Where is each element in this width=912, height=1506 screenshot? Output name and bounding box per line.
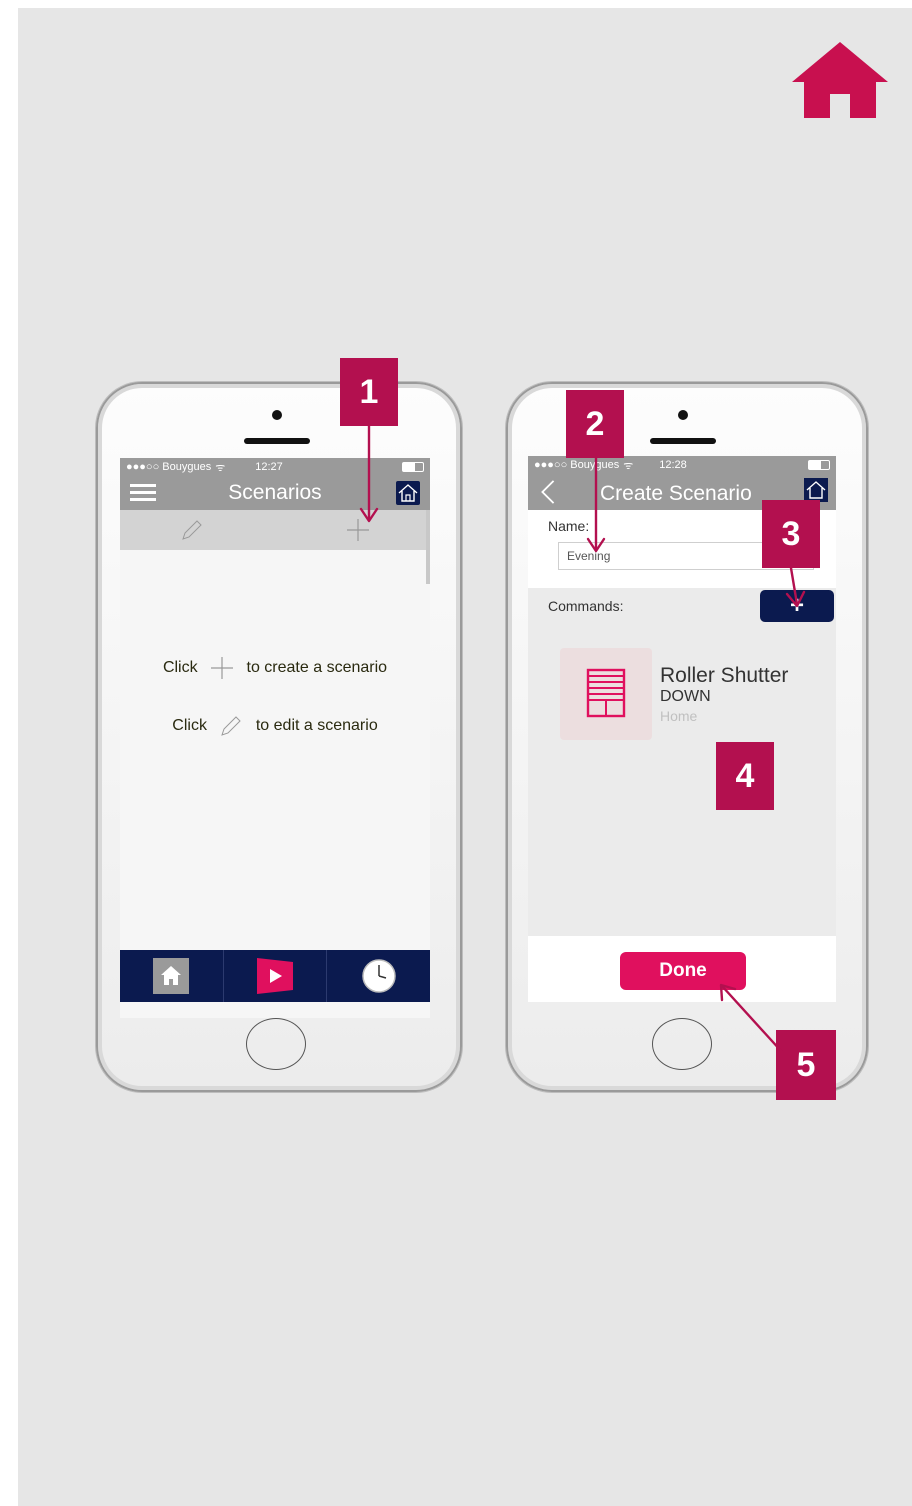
page-title: Scenarios — [228, 481, 322, 504]
bottom-bar: Done — [528, 936, 836, 1002]
carrier-text: ●●●○○ Bouygues — [126, 461, 212, 473]
front-camera — [678, 410, 688, 420]
wifi-icon: ᯤ — [623, 459, 634, 472]
command-icon-tile — [560, 648, 652, 740]
tab-scenarios[interactable] — [224, 950, 328, 1002]
hint-click-word: Click — [172, 717, 207, 735]
battery-icon — [808, 460, 830, 470]
time-text: 12:27 — [255, 461, 283, 473]
hint-edit-text: to edit a scenario — [255, 717, 378, 735]
time-text: 12:28 — [659, 459, 687, 471]
house-logo-icon[interactable] — [804, 478, 828, 502]
scrollbar[interactable] — [426, 510, 430, 584]
battery-icon — [402, 462, 424, 472]
hint-edit: Click to edit a scenario — [120, 714, 430, 738]
earpiece — [244, 438, 310, 444]
status-bar: ●●●○○ Bouygues ᯤ 12:27 — [120, 458, 430, 476]
roller-shutter-icon — [586, 668, 626, 718]
home-button[interactable] — [652, 1018, 712, 1070]
add-plus-icon[interactable] — [346, 518, 370, 542]
status-bar: ●●●○○ Bouygues ᯤ 12:28 — [528, 456, 836, 474]
carrier-text: ●●●○○ Bouygues — [534, 459, 620, 471]
play-icon — [257, 958, 293, 994]
callout-2: 2 — [566, 390, 624, 458]
home-icon[interactable] — [792, 40, 888, 120]
pencil-icon — [221, 716, 242, 736]
screen-scenarios: ●●●○○ Bouygues ᯤ 12:27 Scenarios Click t… — [120, 458, 430, 1018]
commands-label: Commands: — [548, 598, 624, 614]
tab-bar — [120, 950, 430, 1002]
hint-create: Click to create a scenario — [120, 656, 430, 680]
add-command-button[interactable]: + — [760, 590, 834, 622]
tab-home[interactable] — [120, 950, 224, 1002]
house-logo-icon[interactable] — [396, 481, 420, 505]
command-action: DOWN — [660, 688, 711, 705]
done-button[interactable]: Done — [620, 952, 746, 990]
home-button[interactable] — [246, 1018, 306, 1070]
wifi-icon: ᯤ — [215, 461, 226, 474]
front-camera — [272, 410, 282, 420]
tab-timer[interactable] — [327, 950, 430, 1002]
callout-5: 5 — [776, 1030, 836, 1100]
callout-3: 3 — [762, 500, 820, 568]
callout-1: 1 — [340, 358, 398, 426]
hint-click-word: Click — [162, 659, 198, 677]
plus-icon — [211, 657, 234, 679]
command-title: Roller Shutter — [660, 664, 789, 687]
nav-bar: Scenarios — [120, 476, 430, 510]
home-icon — [153, 958, 190, 994]
toolbar — [120, 510, 430, 550]
back-chevron-icon[interactable] — [540, 479, 556, 505]
earpiece — [650, 438, 716, 444]
clock-icon — [361, 959, 396, 993]
command-room: Home — [660, 708, 698, 724]
page-title: Create Scenario — [600, 482, 752, 505]
hint-create-text: to create a scenario — [246, 659, 388, 677]
callout-4: 4 — [716, 742, 774, 810]
name-label: Name: — [548, 518, 590, 534]
command-item[interactable]: Roller Shutter DOWN Home — [560, 648, 830, 740]
edit-pencil-icon[interactable] — [180, 518, 204, 542]
